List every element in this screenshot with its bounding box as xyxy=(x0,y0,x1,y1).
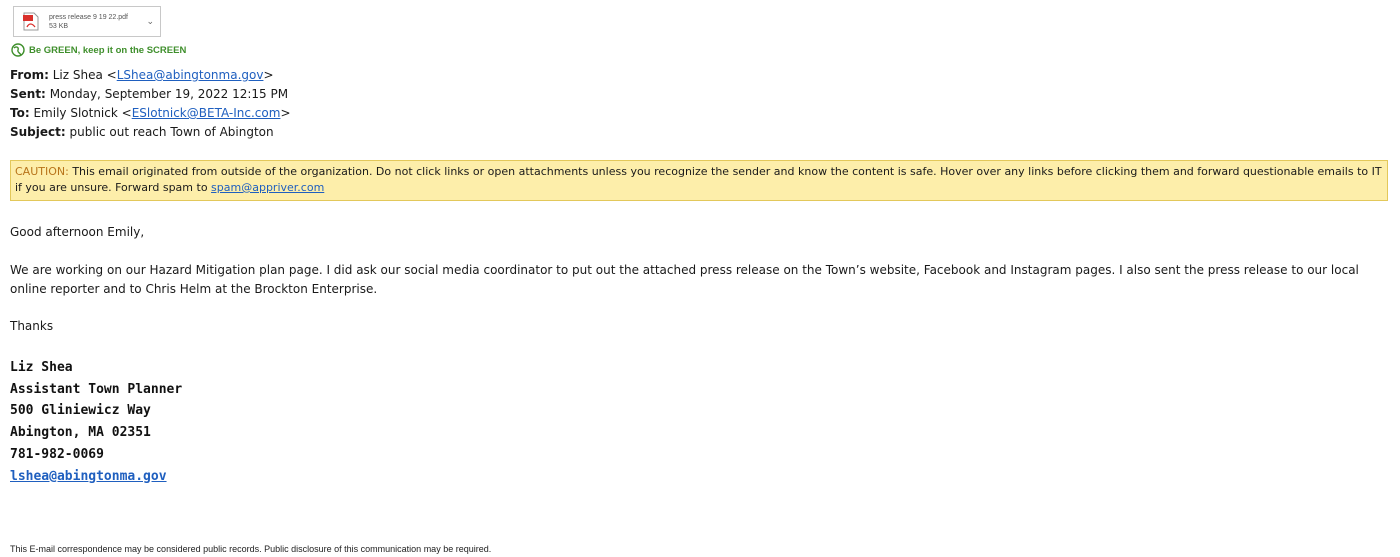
from-row: From: Liz Shea <LShea@abingtonma.gov> xyxy=(10,66,291,85)
spam-email-link[interactable]: spam@appriver.com xyxy=(211,181,324,194)
pdf-icon xyxy=(23,12,39,31)
to-name: Emily Slotnick < xyxy=(33,106,132,120)
to-email-link[interactable]: ESlotnick@BETA-Inc.com xyxy=(132,106,281,120)
subject-label: Subject: xyxy=(10,125,66,139)
to-close: > xyxy=(280,106,291,120)
sent-label: Sent: xyxy=(10,87,46,101)
sent-row: Sent: Monday, September 19, 2022 12:15 P… xyxy=(10,85,291,104)
from-close: > xyxy=(263,68,274,82)
to-label: To: xyxy=(10,106,30,120)
sent-value: Monday, September 19, 2022 12:15 PM xyxy=(49,87,289,101)
attachment-card[interactable]: press release 9 19 22.pdf 53 KB ⌄ xyxy=(13,6,161,37)
green-banner-text: Be GREEN, keep it on the SCREEN xyxy=(29,44,187,56)
caution-banner: CAUTION: This email originated from outs… xyxy=(10,160,1388,201)
to-row: To: Emily Slotnick <ESlotnick@BETA-Inc.c… xyxy=(10,104,291,123)
greeting: Good afternoon Emily, xyxy=(10,225,145,239)
caution-prefix: CAUTION: xyxy=(15,165,69,178)
signature-phone: 781-982-0069 xyxy=(10,446,104,462)
body-paragraph: We are working on our Hazard Mitigation … xyxy=(10,263,1359,296)
public-records-disclaimer: This E-mail correspondence may be consid… xyxy=(10,544,492,554)
thanks: Thanks xyxy=(10,319,54,333)
signature-name: Liz Shea xyxy=(10,360,73,375)
from-name: Liz Shea < xyxy=(52,68,117,82)
signature-email-link[interactable]: lshea@abingtonma.gov xyxy=(10,469,167,484)
attachment-size: 53 KB xyxy=(49,22,69,30)
signature-street: 500 Gliniewicz Way xyxy=(10,403,151,419)
signature-title: Assistant Town Planner xyxy=(10,381,183,397)
subject-row: Subject: public out reach Town of Abingt… xyxy=(10,123,291,142)
signature-city: Abington, MA 02351 xyxy=(10,425,151,441)
from-label: From: xyxy=(10,68,49,82)
email-headers: From: Liz Shea <LShea@abingtonma.gov> Se… xyxy=(10,66,291,142)
signature: Liz Shea Assistant Town Planner 500 Glin… xyxy=(10,357,182,487)
attachment-filename: press release 9 19 22.pdf xyxy=(49,13,128,21)
from-email-link[interactable]: LShea@abingtonma.gov xyxy=(117,68,264,82)
globe-icon xyxy=(11,43,25,57)
green-banner: Be GREEN, keep it on the SCREEN xyxy=(11,43,186,57)
subject-value: public out reach Town of Abington xyxy=(69,125,274,139)
chevron-down-icon[interactable]: ⌄ xyxy=(146,16,154,27)
